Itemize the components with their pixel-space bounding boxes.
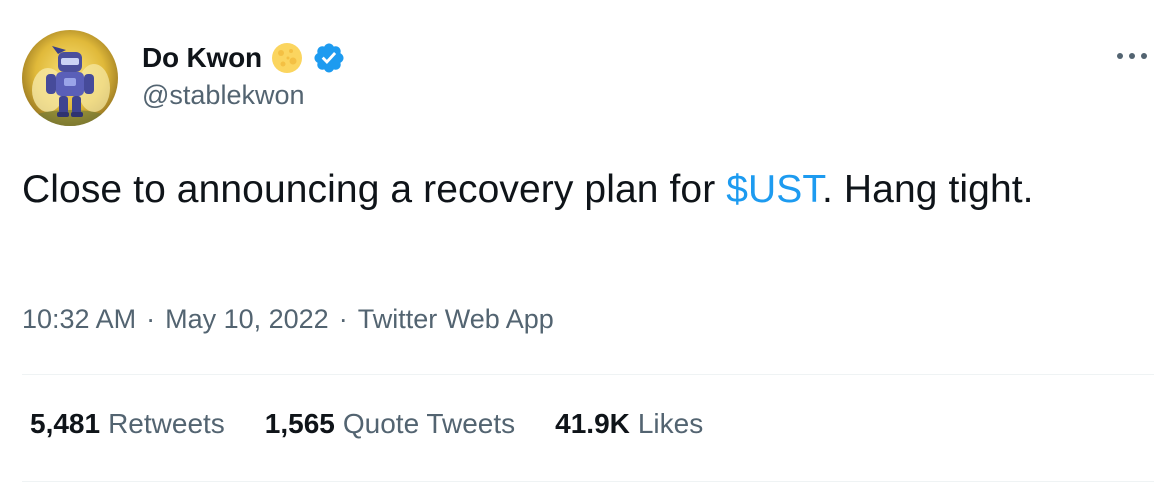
meta-separator: · (146, 304, 156, 334)
more-options-icon[interactable] (1114, 44, 1150, 68)
meta-separator: · (338, 304, 348, 334)
quote-tweets-count: 1,565 (264, 408, 335, 439)
tweet-date[interactable]: May 10, 2022 (165, 304, 329, 335)
divider (22, 374, 1154, 375)
author-name-row: Do Kwon (142, 38, 346, 78)
likes-count: 41.9K (555, 408, 630, 439)
retweets-label: Retweets (108, 408, 225, 439)
tweet-text-after: . Hang tight. (822, 168, 1034, 211)
quote-tweets-label: Quote Tweets (342, 408, 516, 439)
retweets-stat[interactable]: 5,481 Retweets (30, 408, 225, 440)
tweet-source[interactable]: Twitter Web App (358, 304, 554, 335)
verified-badge-icon (312, 41, 346, 75)
tweet-text: Close to announcing a recovery plan for … (22, 160, 1132, 220)
tweet-card: Do Kwon @stablekwon Close to announcing … (0, 0, 1176, 496)
tweet-meta: 10:32 AM · May 10, 2022 · Twitter Web Ap… (22, 304, 554, 335)
engagement-stats: 5,481 Retweets 1,565 Quote Tweets 41.9K Lik… (30, 408, 703, 440)
moon-emoji-icon (270, 41, 304, 75)
divider (22, 481, 1154, 482)
likes-label: Likes (637, 408, 704, 439)
tweet-time[interactable]: 10:32 AM (22, 304, 136, 335)
author-handle[interactable]: @stablekwon (142, 80, 305, 111)
likes-stat[interactable]: 41.9K Likes (555, 408, 703, 440)
quote-tweets-stat[interactable]: 1,565 Quote Tweets (265, 408, 515, 440)
retweets-count: 5,481 (30, 408, 101, 439)
cashtag-link[interactable]: $UST (726, 168, 822, 211)
author-display-name[interactable]: Do Kwon (142, 42, 262, 74)
robot-avatar-icon[interactable] (22, 30, 118, 126)
tweet-text-before: Close to announcing a recovery plan for (22, 168, 727, 211)
